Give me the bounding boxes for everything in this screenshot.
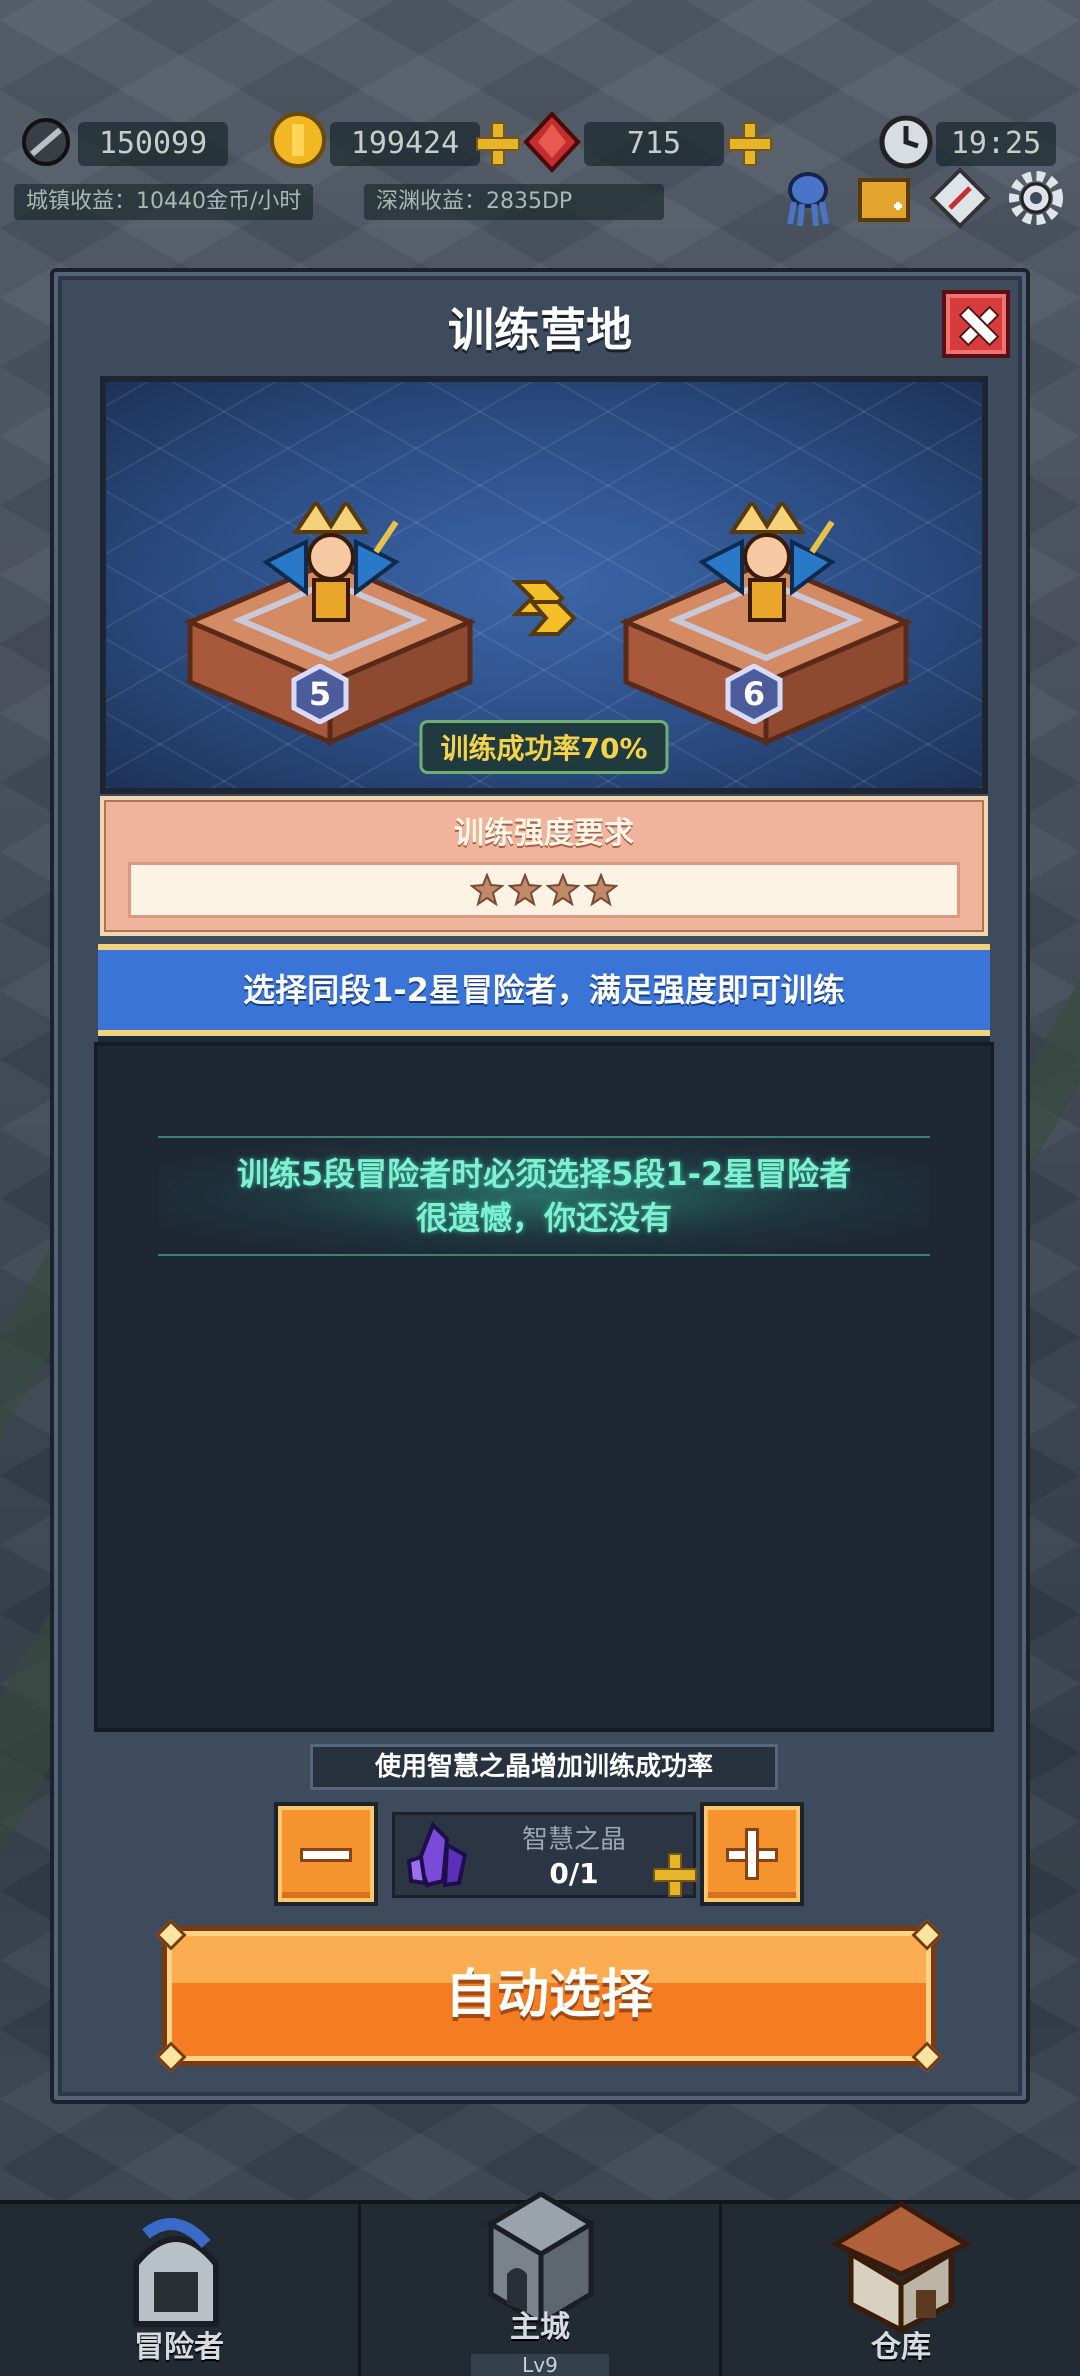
add-gem-button[interactable] (728, 122, 772, 166)
warehouse-icon (830, 2201, 972, 2334)
crystal-usage-label: 使用智慧之晶增加训练成功率 (310, 1744, 778, 1790)
requirement-title: 训练强度要求 (454, 816, 634, 851)
town-income: 城镇收益：10440金币/小时 (14, 184, 314, 220)
depth-value: 150099 (78, 122, 228, 166)
bottom-navigation: 冒险者 主城 Lv9 仓库 (0, 2191, 1080, 2376)
plus-icon-v (745, 1828, 759, 1880)
gold-coin-icon (270, 112, 326, 168)
red-gem-icon (523, 111, 581, 173)
knight-helmet-icon (133, 2218, 219, 2327)
event-icon[interactable] (852, 166, 916, 230)
auto-select-button[interactable]: 自动选择 (162, 1926, 936, 2066)
level-to: 6 (742, 675, 766, 713)
squid-icon[interactable] (776, 166, 840, 230)
training-camp-panel: 训练营地 5 6 训练成功率70% 训练强度要求 选择同段1-2星冒险者，满足强… (50, 268, 1030, 2104)
compass-icon[interactable] (928, 166, 992, 230)
level-from: 5 (308, 675, 332, 713)
empty-message-line1: 训练5段冒险者时必须选择5段1-2星冒险者 (236, 1155, 852, 1193)
buy-crystal-button[interactable] (653, 1853, 697, 1897)
abyss-income: 深渊收益：2835DP (364, 184, 664, 220)
nav-label: 冒险者 (134, 2330, 224, 2365)
crystal-selector: 智慧之晶 0/1 (392, 1812, 697, 1898)
training-preview: 5 6 训练成功率70% (100, 376, 988, 794)
decrease-crystal-button[interactable] (274, 1802, 378, 1906)
star-icon (470, 873, 504, 907)
adventurer-list: 训练5段冒险者时必须选择5段1-2星冒险者 很遗憾，你还没有 (94, 1042, 994, 1732)
add-gold-button[interactable] (476, 122, 520, 166)
upgraded-adventurer-sprite (698, 502, 836, 622)
nav-label: 仓库 (871, 2330, 931, 2365)
clock-icon (879, 115, 933, 169)
nav-label: 主城 (510, 2310, 570, 2345)
upgrade-arrow-icon (512, 580, 577, 636)
clock-time: 19:25 (936, 122, 1056, 166)
depth-icon (22, 118, 70, 166)
gold-value: 199424 (330, 122, 480, 166)
star-icon (508, 873, 542, 907)
panel-title: 训练营地 (448, 303, 632, 357)
nav-main-city[interactable]: 主城 Lv9 (361, 2191, 722, 2376)
crystal-count: 0/1 (549, 1857, 599, 1890)
city-level: Lv9 (471, 2354, 609, 2376)
instruction-banner: 选择同段1-2星冒险者，满足强度即可训练 (98, 944, 990, 1036)
empty-message-line2: 很遗憾，你还没有 (415, 1199, 672, 1237)
star-icon (584, 873, 618, 907)
star-icon (546, 873, 580, 907)
gear-icon[interactable] (1004, 166, 1068, 230)
success-rate-badge: 训练成功率70% (419, 720, 669, 774)
strength-requirement: 训练强度要求 (100, 796, 988, 936)
adventurer-sprite (262, 502, 400, 622)
wisdom-crystal-icon (406, 1821, 468, 1888)
empty-list-message: 训练5段冒险者时必须选择5段1-2星冒险者 很遗憾，你还没有 (158, 1136, 930, 1256)
requirement-stars (128, 862, 960, 918)
crystal-name: 智慧之晶 (521, 1825, 626, 1855)
nav-adventurers[interactable]: 冒险者 (0, 2204, 361, 2376)
minus-icon (300, 1848, 352, 1862)
increase-crystal-button[interactable] (700, 1802, 804, 1906)
close-button[interactable] (942, 290, 1010, 358)
gem-value: 715 (584, 122, 724, 166)
nav-warehouse[interactable]: 仓库 (722, 2201, 1080, 2376)
